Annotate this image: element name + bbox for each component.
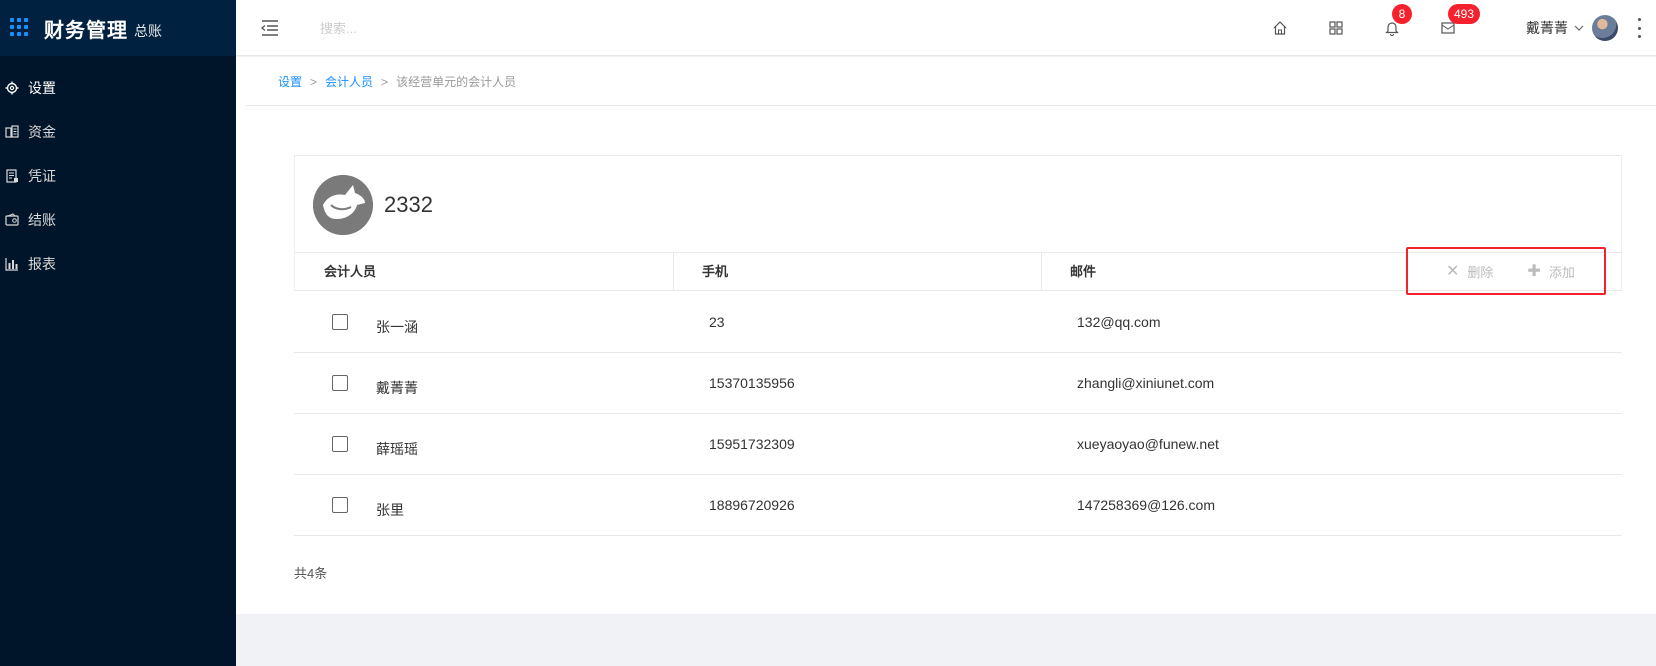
accountants-card: 2332 会计人员 手机 邮件 ✕ 删除 ✚ 添加 张一涵 23 132@qq.… [294,155,1622,613]
delete-label: 删除 [1467,264,1494,280]
sidebar-item-label: 设置 [28,80,56,96]
username: 戴菁菁 [1526,20,1568,36]
menu-fold-icon[interactable] [258,16,282,40]
avatar[interactable] [1592,15,1618,41]
column-header-phone: 手机 [702,264,729,279]
cell-name: 张一涵 [376,319,418,335]
sidebar-item-closing[interactable]: 结账 [0,198,236,242]
table-row[interactable]: 戴菁菁 15370135956 zhangli@xiniunet.com [294,353,1622,414]
unit-header: 2332 [294,155,1622,253]
brand-title: 财务管理 [44,19,128,42]
cell-phone: 23 [709,314,725,330]
close-icon: ✕ [1446,263,1460,280]
brand-subtitle: 总账 [134,23,162,39]
column-header-name: 会计人员 [324,264,377,279]
divider [246,105,1656,106]
cell-phone: 18896720926 [709,497,795,513]
sidebar-item-label: 结账 [28,212,56,228]
sidebar-menu: 设置 资金 凭证 结账 报表 [0,66,236,286]
more-vertical-icon[interactable] [1636,18,1642,38]
row-checkbox[interactable] [332,497,348,513]
cell-email: zhangli@xiniunet.com [1077,375,1215,391]
sidebar-item-reports[interactable]: 报表 [0,242,236,286]
sidebar: 财务管理 总账 设置 资金 凭证 结账 报表 [0,0,236,666]
bar-chart-icon [4,256,20,272]
search-input[interactable] [320,14,620,42]
cell-email: 132@qq.com [1077,314,1161,330]
home-icon[interactable] [1266,14,1294,42]
sidebar-item-label: 凭证 [28,168,56,184]
add-label: 添加 [1548,264,1575,280]
user-menu[interactable]: 戴菁菁 [1526,12,1618,44]
main-content: 设置 > 会计人员 > 该经营单元的会计人员 2332 会计人员 手机 邮件 ✕… [236,57,1656,614]
cell-email: xueyaoyao@funew.net [1077,436,1219,452]
total-count: 共4条 [294,566,328,581]
message-badge: 493 [1448,4,1481,24]
breadcrumb-separator: > [381,74,389,89]
sidebar-item-label: 资金 [28,124,56,140]
breadcrumb-separator: > [310,74,318,89]
table-row[interactable]: 薛瑶瑶 15951732309 xueyaoyao@funew.net [294,414,1622,475]
delete-button[interactable]: ✕ 删除 [1446,261,1493,281]
sidebar-item-settings[interactable]: 设置 [0,66,236,110]
column-divider [673,253,674,291]
cell-name: 薛瑶瑶 [376,441,418,457]
message-icon[interactable]: 493 [1434,4,1481,42]
voucher-icon [4,168,20,184]
app-grid-icon[interactable] [10,18,30,38]
breadcrumb-current: 该经营单元的会计人员 [396,75,517,89]
funds-icon [4,124,20,140]
row-checkbox[interactable] [332,375,348,391]
gear-icon [4,80,20,96]
row-checkbox[interactable] [332,314,348,330]
cell-phone: 15951732309 [709,436,795,452]
plus-icon: ✚ [1527,263,1541,280]
sidebar-item-funds[interactable]: 资金 [0,110,236,154]
breadcrumb-accountants[interactable]: 会计人员 [325,73,373,90]
breadcrumb-settings[interactable]: 设置 [278,73,302,90]
cell-name: 张里 [376,502,404,518]
chevron-down-icon [1574,25,1584,31]
row-checkbox[interactable] [332,436,348,452]
notification-bell-icon[interactable]: 8 [1378,4,1412,42]
cell-name: 戴菁菁 [376,380,418,396]
table-row[interactable]: 张一涵 23 132@qq.com [294,292,1622,353]
unit-name: 2332 [384,192,433,217]
column-divider [1041,253,1042,291]
apps-grid-icon[interactable] [1322,14,1350,42]
cell-email: 147258369@126.com [1077,497,1215,513]
brand: 财务管理 总账 [0,0,236,56]
table-actions: ✕ 删除 ✚ 添加 [1406,247,1606,295]
notification-badge: 8 [1392,4,1412,24]
cell-phone: 15370135956 [709,375,795,391]
column-header-email: 邮件 [1070,264,1097,279]
table-row[interactable]: 张里 18896720926 147258369@126.com [294,475,1622,536]
breadcrumb: 设置 > 会计人员 > 该经营单元的会计人员 [278,73,516,90]
sidebar-item-label: 报表 [28,256,56,272]
add-button[interactable]: ✚ 添加 [1527,261,1574,281]
rhino-logo-icon [313,175,373,235]
top-header: 8 493 戴菁菁 [236,0,1656,56]
wallet-icon [4,212,20,228]
sidebar-item-voucher[interactable]: 凭证 [0,154,236,198]
